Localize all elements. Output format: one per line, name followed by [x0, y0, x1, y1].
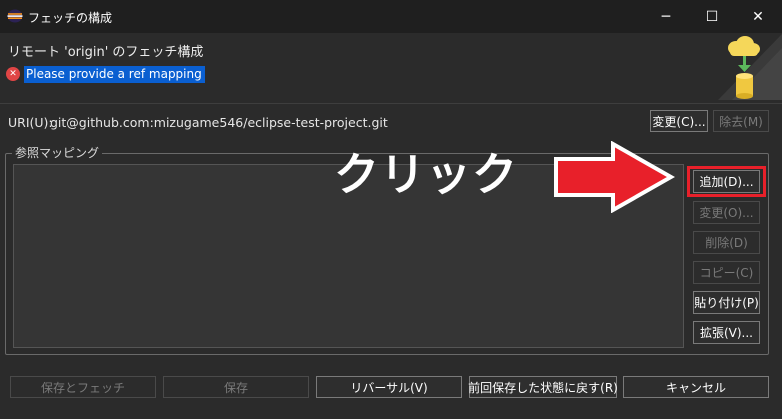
- uri-change-button[interactable]: 変更(C)...: [650, 110, 708, 132]
- copy-mapping-button[interactable]: コピー(C): [693, 261, 760, 284]
- fetch-banner-icon: [718, 34, 782, 100]
- eclipse-icon: [7, 9, 23, 23]
- paste-mapping-button[interactable]: 貼り付け(P): [693, 291, 760, 314]
- advanced-mapping-button[interactable]: 拡張(V)...: [693, 321, 760, 344]
- add-button-highlight: [687, 166, 766, 197]
- save-and-fetch-button[interactable]: 保存とフェッチ: [10, 376, 156, 398]
- maximize-button[interactable]: ☐: [689, 0, 735, 33]
- maximize-icon: ☐: [705, 8, 719, 25]
- minimize-icon: ─: [661, 8, 671, 25]
- dialog-title: リモート 'origin' のフェッチ構成: [8, 45, 204, 60]
- window-title: フェッチの構成: [28, 11, 113, 25]
- ref-mapping-label: 参照マッピング: [12, 144, 103, 161]
- save-button[interactable]: 保存: [163, 376, 309, 398]
- uri-label: URI(U):: [8, 115, 53, 130]
- revert-button[interactable]: リバーサル(V): [316, 376, 462, 398]
- header-separator: [0, 103, 782, 104]
- error-icon: ✕: [6, 67, 20, 81]
- uri-remove-button[interactable]: 除去(M): [713, 110, 769, 132]
- restore-button[interactable]: 前回保存した状態に戻す(R): [468, 376, 618, 398]
- modify-mapping-button[interactable]: 変更(O)...: [693, 201, 760, 224]
- close-button[interactable]: ✕: [735, 0, 781, 33]
- error-message: Please provide a ref mapping: [24, 66, 205, 83]
- click-annotation-text: クリック: [334, 148, 519, 201]
- delete-mapping-button[interactable]: 削除(D): [693, 231, 760, 254]
- minimize-button[interactable]: ─: [643, 0, 689, 33]
- uri-value: git@github.com:mizugame546/eclipse-test-…: [50, 115, 388, 130]
- close-icon: ✕: [752, 8, 764, 25]
- pointer-arrow-icon: [554, 141, 675, 213]
- cancel-button[interactable]: キャンセル: [623, 376, 769, 398]
